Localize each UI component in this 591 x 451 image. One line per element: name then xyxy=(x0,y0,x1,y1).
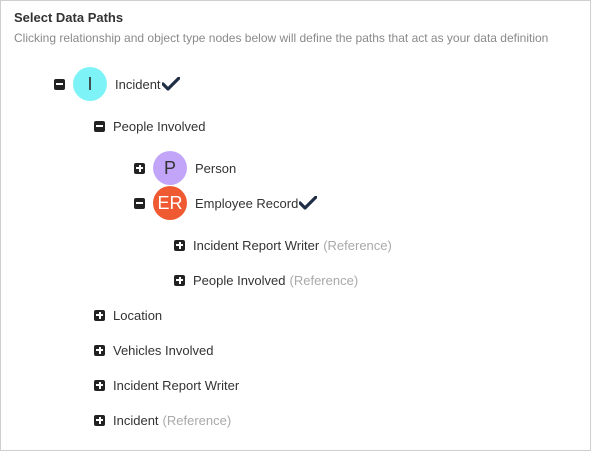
reference-tag: (Reference) xyxy=(323,237,392,253)
expand-icon[interactable] xyxy=(94,309,105,321)
node-label[interactable]: Incident xyxy=(113,413,159,428)
expand-icon[interactable] xyxy=(134,162,145,174)
expand-icon[interactable] xyxy=(174,274,185,286)
node-label[interactable]: People Involved xyxy=(113,119,206,134)
tree-node-incident-reference[interactable]: Incident (Reference) xyxy=(94,403,231,437)
reference-tag: (Reference) xyxy=(289,272,359,288)
checkmark-icon xyxy=(161,77,180,91)
expand-icon[interactable] xyxy=(174,239,185,251)
reference-tag: (Reference) xyxy=(162,412,232,428)
node-label[interactable]: Location xyxy=(113,308,162,323)
tree-node-er-incident-report-writer[interactable]: Incident Report Writer (Reference) xyxy=(174,228,392,262)
checkmark-icon xyxy=(299,196,318,210)
tree-node-people-involved[interactable]: People Involved xyxy=(94,109,206,143)
panel-title: Select Data Paths xyxy=(14,10,124,25)
node-label[interactable]: Incident Report Writer xyxy=(113,378,239,393)
avatar: P xyxy=(153,151,187,185)
node-label[interactable]: Incident xyxy=(115,77,161,92)
tree-node-employee-record[interactable]: ER Employee Record xyxy=(134,186,318,220)
tree-node-er-people-involved[interactable]: People Involved (Reference) xyxy=(174,263,358,297)
collapse-icon[interactable] xyxy=(94,120,105,132)
node-label[interactable]: People Involved xyxy=(193,273,286,288)
tree-node-incident[interactable]: I Incident xyxy=(54,67,180,101)
expand-icon[interactable] xyxy=(94,344,105,356)
expand-icon[interactable] xyxy=(94,379,105,391)
collapse-icon[interactable] xyxy=(54,78,65,90)
tree-node-person[interactable]: P Person xyxy=(134,151,236,185)
node-label[interactable]: Person xyxy=(195,161,236,176)
node-label[interactable]: Vehicles Involved xyxy=(113,343,213,358)
avatar: I xyxy=(73,67,107,101)
expand-icon[interactable] xyxy=(94,414,105,426)
avatar: ER xyxy=(153,186,187,220)
tree-node-location[interactable]: Location xyxy=(94,298,162,332)
select-data-paths-panel: Select Data Paths Clicking relationship … xyxy=(0,0,591,451)
tree-node-incident-report-writer[interactable]: Incident Report Writer xyxy=(94,368,239,402)
panel-subtitle: Clicking relationship and object type no… xyxy=(14,31,549,45)
collapse-icon[interactable] xyxy=(134,197,145,209)
tree-node-vehicles-involved[interactable]: Vehicles Involved xyxy=(94,333,213,367)
node-label[interactable]: Incident Report Writer xyxy=(193,238,319,253)
node-label[interactable]: Employee Record xyxy=(195,196,298,211)
